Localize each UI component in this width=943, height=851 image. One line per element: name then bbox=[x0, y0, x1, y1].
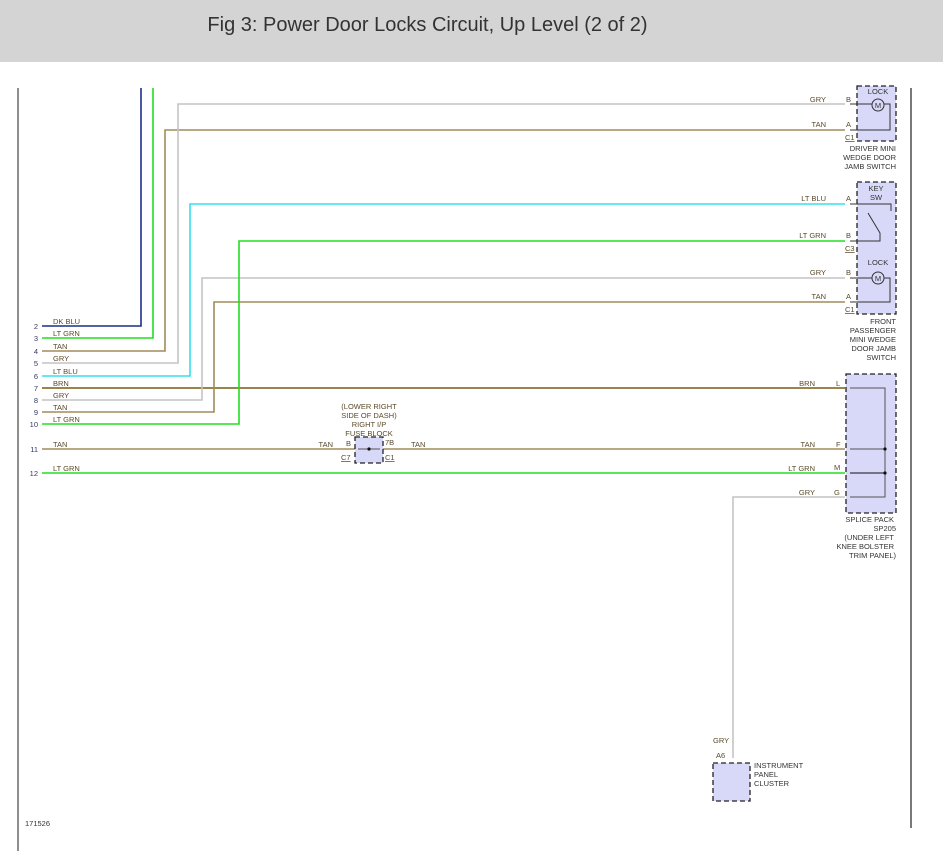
wiring-diagram: 2 DK BLU 3 LT GRN 4 TAN 5 GRY 6 LT BLU 7… bbox=[17, 85, 912, 851]
lock-label: LOCK bbox=[868, 258, 888, 267]
wire-10-lt-grn bbox=[42, 240, 845, 425]
connector-label: C1 bbox=[845, 305, 855, 314]
motor-label: M bbox=[875, 101, 881, 110]
pin-label: B bbox=[346, 439, 351, 448]
driver-door-jamb-switch: LOCK M GRY B TAN A C1 DRIVER MINI WEDGE … bbox=[810, 85, 897, 171]
component-name: SIDE OF DASH) bbox=[341, 411, 397, 420]
key-sw-label: SW bbox=[870, 193, 883, 202]
wire-label: LT GRN bbox=[53, 464, 80, 473]
wires bbox=[42, 88, 845, 758]
component-name: DOOR JAMB bbox=[851, 344, 896, 353]
lock-label: LOCK bbox=[868, 87, 888, 96]
wire-label: TAN bbox=[319, 440, 333, 449]
wire-num: 6 bbox=[34, 372, 38, 381]
wire-num: 4 bbox=[34, 347, 38, 356]
wire-label: LT GRN bbox=[53, 329, 80, 338]
passenger-door-jamb-switch: KEY SW LT BLU A LT GRN B C3 LOCK M GRY B… bbox=[799, 181, 897, 362]
pin-label: M bbox=[834, 463, 840, 472]
pin-label: B bbox=[846, 95, 851, 104]
wire-num: 12 bbox=[30, 469, 38, 478]
connector-label: C1 bbox=[385, 453, 395, 462]
pin-label: B bbox=[846, 231, 851, 240]
component-name: CLUSTER bbox=[754, 779, 790, 788]
component-name: KNEE BOLSTER bbox=[836, 542, 894, 551]
pin-label: A6 bbox=[716, 751, 725, 760]
wire-3-lt-grn bbox=[42, 88, 154, 339]
component-name: INSTRUMENT bbox=[754, 761, 804, 770]
component-name: SPLICE PACK bbox=[845, 515, 894, 524]
wire-num: 3 bbox=[34, 334, 38, 343]
wire-num: 11 bbox=[30, 445, 38, 454]
wire-label: GRY bbox=[53, 354, 69, 363]
component-name: SWITCH bbox=[866, 353, 896, 362]
wire-num: 5 bbox=[34, 359, 38, 368]
connector-label: C1 bbox=[845, 133, 855, 142]
component-name: MINI WEDGE bbox=[850, 335, 896, 344]
right-ip-fuse-block: (LOWER RIGHT SIDE OF DASH) RIGHT I/P FUS… bbox=[319, 402, 425, 464]
wire-9-tan bbox=[42, 301, 845, 413]
wire-label: TAN bbox=[53, 403, 67, 412]
component-name: RIGHT I/P bbox=[352, 420, 386, 429]
pin-label: L bbox=[836, 379, 840, 388]
wire-2-dk-blu bbox=[42, 88, 142, 327]
wire-label: GRY bbox=[53, 391, 69, 400]
wire-label: DK BLU bbox=[53, 317, 80, 326]
wire-label: LT GRN bbox=[788, 464, 815, 473]
component-name: SP205 bbox=[873, 524, 896, 533]
component-name: FUSE BLOCK bbox=[345, 429, 393, 438]
wire-5-gry bbox=[42, 103, 845, 364]
component-name: JAMB SWITCH bbox=[844, 162, 896, 171]
component-name: PANEL bbox=[754, 770, 778, 779]
pin-label: A bbox=[846, 120, 851, 129]
wire-num: 10 bbox=[30, 420, 38, 429]
wire-num: 2 bbox=[34, 322, 38, 331]
wire-label: LT BLU bbox=[801, 194, 826, 203]
component-name: TRIM PANEL) bbox=[849, 551, 896, 560]
key-sw-label: KEY bbox=[868, 184, 883, 193]
component-name: (LOWER RIGHT bbox=[341, 402, 397, 411]
wire-label: LT GRN bbox=[799, 231, 826, 240]
diagram-id: 171526 bbox=[25, 819, 50, 828]
wire-8-gry bbox=[42, 277, 845, 401]
pin-label: F bbox=[836, 440, 841, 449]
splice-pack-sp205: BRN L TAN F LT GRN M GRY G SPLICE PACK S… bbox=[788, 373, 897, 560]
wire-label: BRN bbox=[799, 379, 815, 388]
wire-label: TAN bbox=[53, 440, 67, 449]
wire-label: BRN bbox=[53, 379, 69, 388]
wire-label: TAN bbox=[801, 440, 815, 449]
connector-label: C3 bbox=[845, 244, 855, 253]
wire-label: GRY bbox=[810, 268, 826, 277]
wire-num: 7 bbox=[34, 384, 38, 393]
wire-num: 8 bbox=[34, 396, 38, 405]
wire-num: 9 bbox=[34, 408, 38, 417]
connector-label: C7 bbox=[341, 453, 351, 462]
wire-gry-cluster bbox=[732, 496, 845, 758]
wire-label: TAN bbox=[411, 440, 425, 449]
component-name: PASSENGER bbox=[850, 326, 897, 335]
wire-label: TAN bbox=[53, 342, 67, 351]
pin-label: G bbox=[834, 488, 840, 497]
pin-label: 7B bbox=[385, 438, 394, 447]
left-wire-labels: 2 DK BLU 3 LT GRN 4 TAN 5 GRY 6 LT BLU 7… bbox=[30, 317, 80, 478]
component-name: (UNDER LEFT bbox=[844, 533, 894, 542]
wire-label: GRY bbox=[713, 736, 729, 745]
pin-label: B bbox=[846, 268, 851, 277]
pin-label: A bbox=[846, 194, 851, 203]
component-name: DRIVER MINI bbox=[850, 144, 896, 153]
wire-label: GRY bbox=[810, 95, 826, 104]
wire-label: LT BLU bbox=[53, 367, 78, 376]
instrument-panel-cluster: GRY A6 INSTRUMENT PANEL CLUSTER bbox=[712, 736, 804, 802]
wire-label: TAN bbox=[812, 120, 826, 129]
wire-label: TAN bbox=[812, 292, 826, 301]
motor-label: M bbox=[875, 274, 881, 283]
pin-label: A bbox=[846, 292, 851, 301]
wire-label: LT GRN bbox=[53, 415, 80, 424]
component-name: FRONT bbox=[870, 317, 896, 326]
wire-label: GRY bbox=[799, 488, 815, 497]
component-name: WEDGE DOOR bbox=[843, 153, 897, 162]
